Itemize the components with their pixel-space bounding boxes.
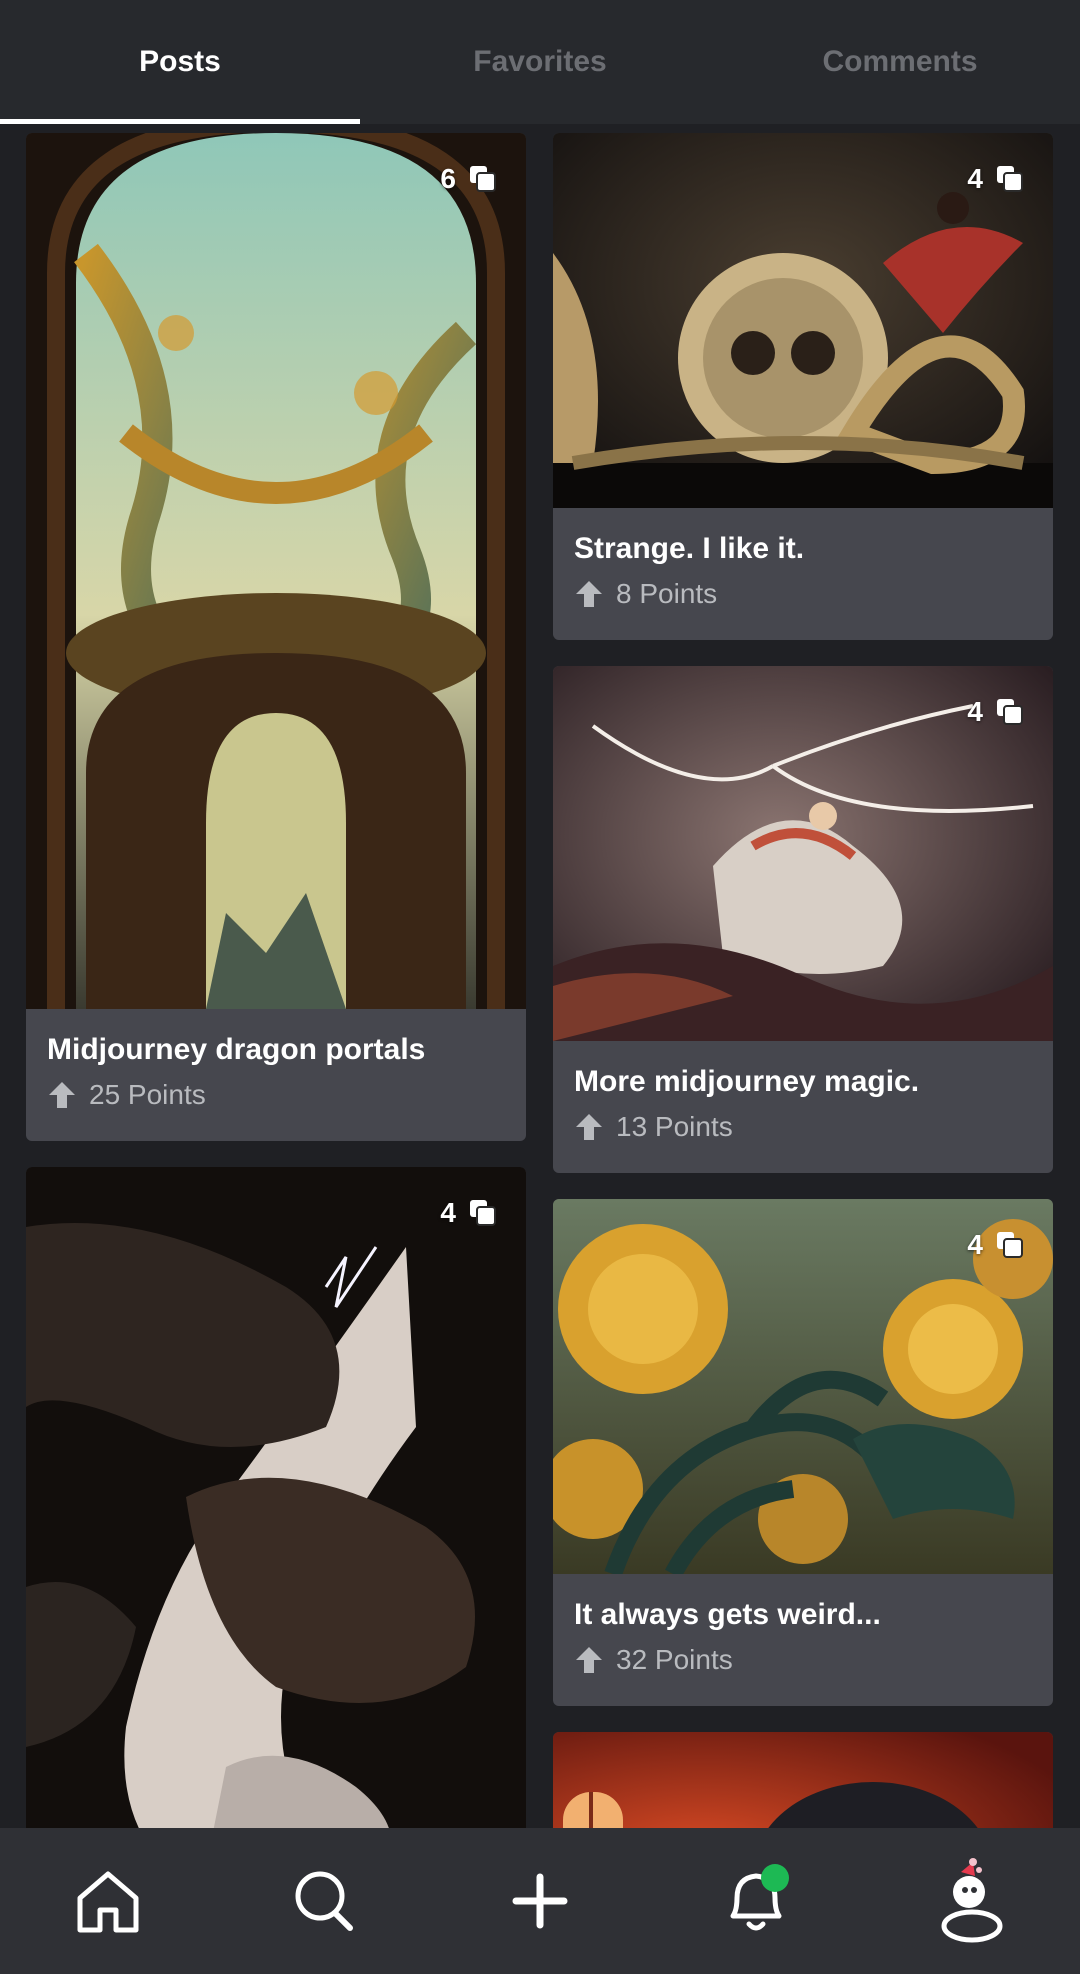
post-points: 13 Points: [616, 1111, 733, 1142]
points-row: 13 Points: [574, 1111, 1032, 1143]
post-points: 25 Points: [89, 1079, 206, 1110]
upvote-icon[interactable]: [574, 1645, 604, 1675]
image-count: 4: [967, 696, 983, 727]
points-row: 8 Points: [574, 578, 1032, 610]
post-card[interactable]: [553, 1732, 1053, 1828]
image-count: 4: [967, 1229, 983, 1260]
image-count: 4: [967, 163, 983, 194]
dark-creature-image: [553, 1732, 1053, 1828]
dragon-portal-image: [26, 133, 526, 1009]
tab-posts[interactable]: Posts: [0, 0, 360, 124]
multiple-images-icon: [997, 166, 1023, 192]
multiple-images-icon: [997, 1232, 1023, 1258]
posts-feed[interactable]: 6 Midjourney dragon portals 25 Points 4 …: [0, 124, 1080, 1828]
post-title: It always gets weird...: [574, 1598, 881, 1631]
bell-icon: [730, 1864, 789, 1931]
active-tab-indicator: [0, 119, 360, 124]
multiple-images-icon: [470, 1200, 496, 1226]
post-image[interactable]: 6: [26, 133, 526, 1009]
image-count: 4: [440, 1197, 456, 1228]
post-image[interactable]: 4: [26, 1167, 526, 1828]
post-card[interactable]: 4 Strange. I like it. 8 Points: [553, 133, 1053, 640]
post-points: 8 Points: [616, 578, 718, 609]
points-row: 32 Points: [574, 1644, 1032, 1676]
post-image[interactable]: 4: [553, 666, 1053, 1041]
post-card[interactable]: 4 It always gets weird... 32 Points: [553, 1199, 1053, 1706]
post-image[interactable]: 4: [553, 133, 1053, 508]
post-title: More midjourney magic.: [574, 1065, 920, 1098]
upvote-icon[interactable]: [574, 579, 604, 609]
home-icon: [77, 1871, 139, 1933]
nav-notifications[interactable]: [706, 1851, 806, 1951]
tab-comments-label: Comments: [822, 45, 978, 78]
post-image[interactable]: 4: [553, 1199, 1053, 1574]
image-count-badge: 4: [440, 1197, 498, 1229]
tab-favorites[interactable]: Favorites: [360, 0, 720, 124]
post-card[interactable]: 6 Midjourney dragon portals 25 Points: [26, 133, 526, 1141]
tab-posts-label: Posts: [139, 45, 221, 78]
post-meta: Strange. I like it. 8 Points: [553, 508, 1053, 640]
upvote-icon[interactable]: [574, 1112, 604, 1142]
plus-icon: [512, 1873, 568, 1929]
storm-tree-image: [26, 1167, 526, 1828]
image-count-badge: 4: [967, 696, 1025, 728]
post-card[interactable]: 4: [26, 1167, 526, 1828]
nav-home[interactable]: [58, 1851, 158, 1951]
post-meta: Midjourney dragon portals 25 Points: [26, 1009, 526, 1141]
points-row: 25 Points: [47, 1079, 505, 1111]
nav-profile[interactable]: [922, 1851, 1022, 1951]
post-points: 32 Points: [616, 1644, 733, 1675]
image-count-badge: 4: [967, 163, 1025, 195]
notification-dot: [761, 1864, 789, 1892]
post-image[interactable]: [553, 1732, 1053, 1828]
image-count: 6: [440, 163, 456, 194]
post-meta: More midjourney magic. 13 Points: [553, 1041, 1053, 1173]
image-count-badge: 6: [440, 163, 498, 195]
upvote-icon[interactable]: [47, 1080, 77, 1110]
nav-create-post[interactable]: [490, 1851, 590, 1951]
bottom-navigation: [0, 1828, 1080, 1974]
multiple-images-icon: [470, 166, 496, 192]
tab-comments[interactable]: Comments: [720, 0, 1080, 124]
post-title: Midjourney dragon portals: [47, 1033, 426, 1066]
nav-search[interactable]: [274, 1851, 374, 1951]
post-card[interactable]: 4 More midjourney magic. 13 Points: [553, 666, 1053, 1173]
avatar-icon: [941, 1858, 1003, 1943]
search-icon: [295, 1871, 353, 1931]
tab-favorites-label: Favorites: [473, 45, 607, 78]
image-count-badge: 4: [967, 1229, 1025, 1261]
post-title: Strange. I like it.: [574, 532, 805, 565]
post-meta: It always gets weird... 32 Points: [553, 1574, 1053, 1706]
tab-bar: Posts Favorites Comments: [0, 0, 1080, 124]
multiple-images-icon: [997, 699, 1023, 725]
